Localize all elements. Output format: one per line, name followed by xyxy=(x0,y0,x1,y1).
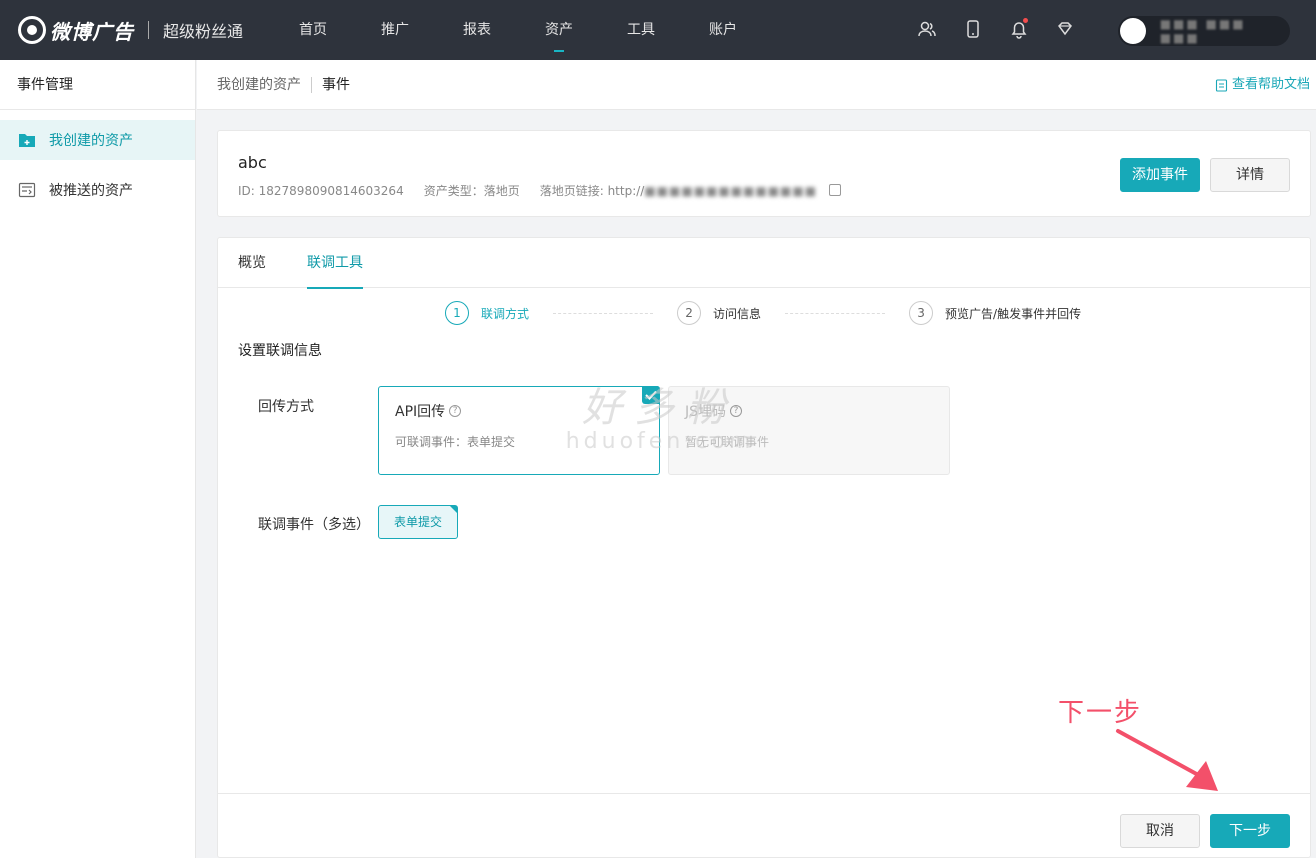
sidebar: 事件管理 我创建的资产 被推送的资产 xyxy=(0,60,196,858)
option-desc: 暂无可联调事件 xyxy=(685,435,770,449)
annotation-text: 下一步 xyxy=(1058,698,1143,728)
asset-link-value: ■■■■■■■■■■■■■■ xyxy=(644,184,818,198)
step-connector xyxy=(785,312,886,314)
asset-name: abc xyxy=(238,153,267,172)
users-icon[interactable] xyxy=(916,18,938,40)
option-title: API回传 ? xyxy=(395,401,643,421)
step-connector xyxy=(553,312,654,314)
events-label: 联调事件（多选） xyxy=(258,517,370,533)
nav-reports[interactable]: 报表 xyxy=(436,0,518,60)
notification-dot xyxy=(1023,18,1028,23)
event-tag-form-submit[interactable]: 表单提交 xyxy=(378,505,458,539)
step-label: 访问信息 xyxy=(713,306,762,321)
avatar xyxy=(1120,18,1146,44)
nav-account[interactable]: 账户 xyxy=(682,0,764,60)
sidebar-title: 事件管理 xyxy=(0,60,195,110)
option-desc: 可联调事件：表单提交 xyxy=(395,435,516,449)
inbox-icon xyxy=(18,182,36,198)
details-button[interactable]: 详情 xyxy=(1210,158,1290,192)
folder-icon xyxy=(19,134,35,147)
nav-assets[interactable]: 资产 xyxy=(518,0,600,60)
step-3: 3 预览广告/触发事件并回传 xyxy=(909,301,1081,325)
tab-debug-tool[interactable]: 联调工具 xyxy=(307,238,363,289)
logo-text: 微博广告 xyxy=(50,19,134,44)
step-label: 联调方式 xyxy=(481,306,530,321)
section-title: 设置联调信息 xyxy=(238,343,322,359)
breadcrumb-current: 事件 xyxy=(322,77,350,93)
step-number: 3 xyxy=(909,301,934,325)
help-doc-link[interactable]: 查看帮助文档 xyxy=(1215,60,1310,110)
breadcrumb-bar: 我创建的资产 事件 查看帮助文档 xyxy=(197,60,1316,110)
callback-method-label: 回传方式 xyxy=(258,399,314,415)
breadcrumb: 我创建的资产 事件 xyxy=(217,60,350,110)
main-nav: 首页 推广 报表 资产 工具 账户 xyxy=(272,0,764,60)
document-icon xyxy=(1215,78,1228,92)
next-step-button[interactable]: 下一步 xyxy=(1210,814,1290,848)
diamond-icon[interactable] xyxy=(1054,18,1076,40)
sidebar-item-my-assets[interactable]: 我创建的资产 xyxy=(0,120,195,160)
user-menu[interactable]: ■■■ ■■■ ■■■ xyxy=(1118,16,1290,46)
add-event-button[interactable]: 添加事件 xyxy=(1120,158,1200,192)
bell-icon[interactable] xyxy=(1008,18,1030,40)
tab-overview[interactable]: 概览 xyxy=(238,238,266,288)
option-title-text: JS埋码 xyxy=(685,404,727,420)
help-icon[interactable]: ? xyxy=(730,405,743,417)
asset-link-label: 落地页链接: http:// xyxy=(539,184,645,198)
top-icon-group xyxy=(916,18,1076,40)
step-1: 1 联调方式 xyxy=(445,301,529,325)
step-label: 预览广告/触发事件并回传 xyxy=(945,306,1082,321)
logo-divider xyxy=(148,21,149,39)
step-number: 2 xyxy=(677,301,702,325)
option-js-tracking: JS埋码 ? 暂无可联调事件 xyxy=(668,386,950,475)
step-2: 2 访问信息 xyxy=(677,301,761,325)
help-icon[interactable]: ? xyxy=(449,405,462,417)
option-api-callback[interactable]: API回传 ? 可联调事件：表单提交 xyxy=(378,386,660,475)
nav-promotion[interactable]: 推广 xyxy=(354,0,436,60)
asset-id: ID: 1827898090814603264 xyxy=(238,183,404,198)
phone-icon[interactable] xyxy=(962,18,984,40)
asset-type: 资产类型：落地页 xyxy=(423,184,520,198)
product-name: 超级粉丝通 xyxy=(163,22,244,41)
sidebar-item-pushed-assets[interactable]: 被推送的资产 xyxy=(0,170,195,210)
option-title-text: API回传 xyxy=(395,404,446,420)
weibo-logo-icon xyxy=(18,16,46,44)
nav-tools[interactable]: 工具 xyxy=(600,0,682,60)
top-navbar: 微博广告 超级粉丝通 首页 推广 报表 资产 工具 账户 ■■■ ■■■ ■■■ xyxy=(0,0,1316,60)
panel-footer: 取消 下一步 xyxy=(218,793,1310,857)
copy-icon[interactable] xyxy=(828,184,841,196)
asset-meta: ID: 1827898090814603264 资产类型：落地页 落地页链接: … xyxy=(238,182,841,199)
step-number: 1 xyxy=(445,301,469,325)
stepper: 1 联调方式 2 访问信息 3 预览广告/触发事件并回传 xyxy=(445,301,1081,325)
nav-home[interactable]: 首页 xyxy=(272,0,354,60)
annotation-arrow-icon xyxy=(1116,729,1218,791)
sidebar-item-label: 我创建的资产 xyxy=(49,133,133,149)
option-title: JS埋码 ? xyxy=(685,401,933,421)
sidebar-item-label: 被推送的资产 xyxy=(49,183,133,199)
user-name: ■■■ ■■■ ■■■ xyxy=(1159,17,1246,45)
breadcrumb-parent[interactable]: 我创建的资产 xyxy=(217,60,301,110)
checkmark-icon xyxy=(642,386,660,404)
help-doc-label: 查看帮助文档 xyxy=(1231,77,1310,92)
breadcrumb-divider xyxy=(311,77,312,93)
cancel-button[interactable]: 取消 xyxy=(1120,814,1200,848)
logo[interactable]: 微博广告 超级粉丝通 xyxy=(18,14,243,46)
asset-info-card: abc ID: 1827898090814603264 资产类型：落地页 落地页… xyxy=(217,130,1311,217)
tab-bar: 概览 联调工具 xyxy=(218,238,1310,289)
asset-link: 落地页链接: http://■■■■■■■■■■■■■■ xyxy=(540,182,841,199)
